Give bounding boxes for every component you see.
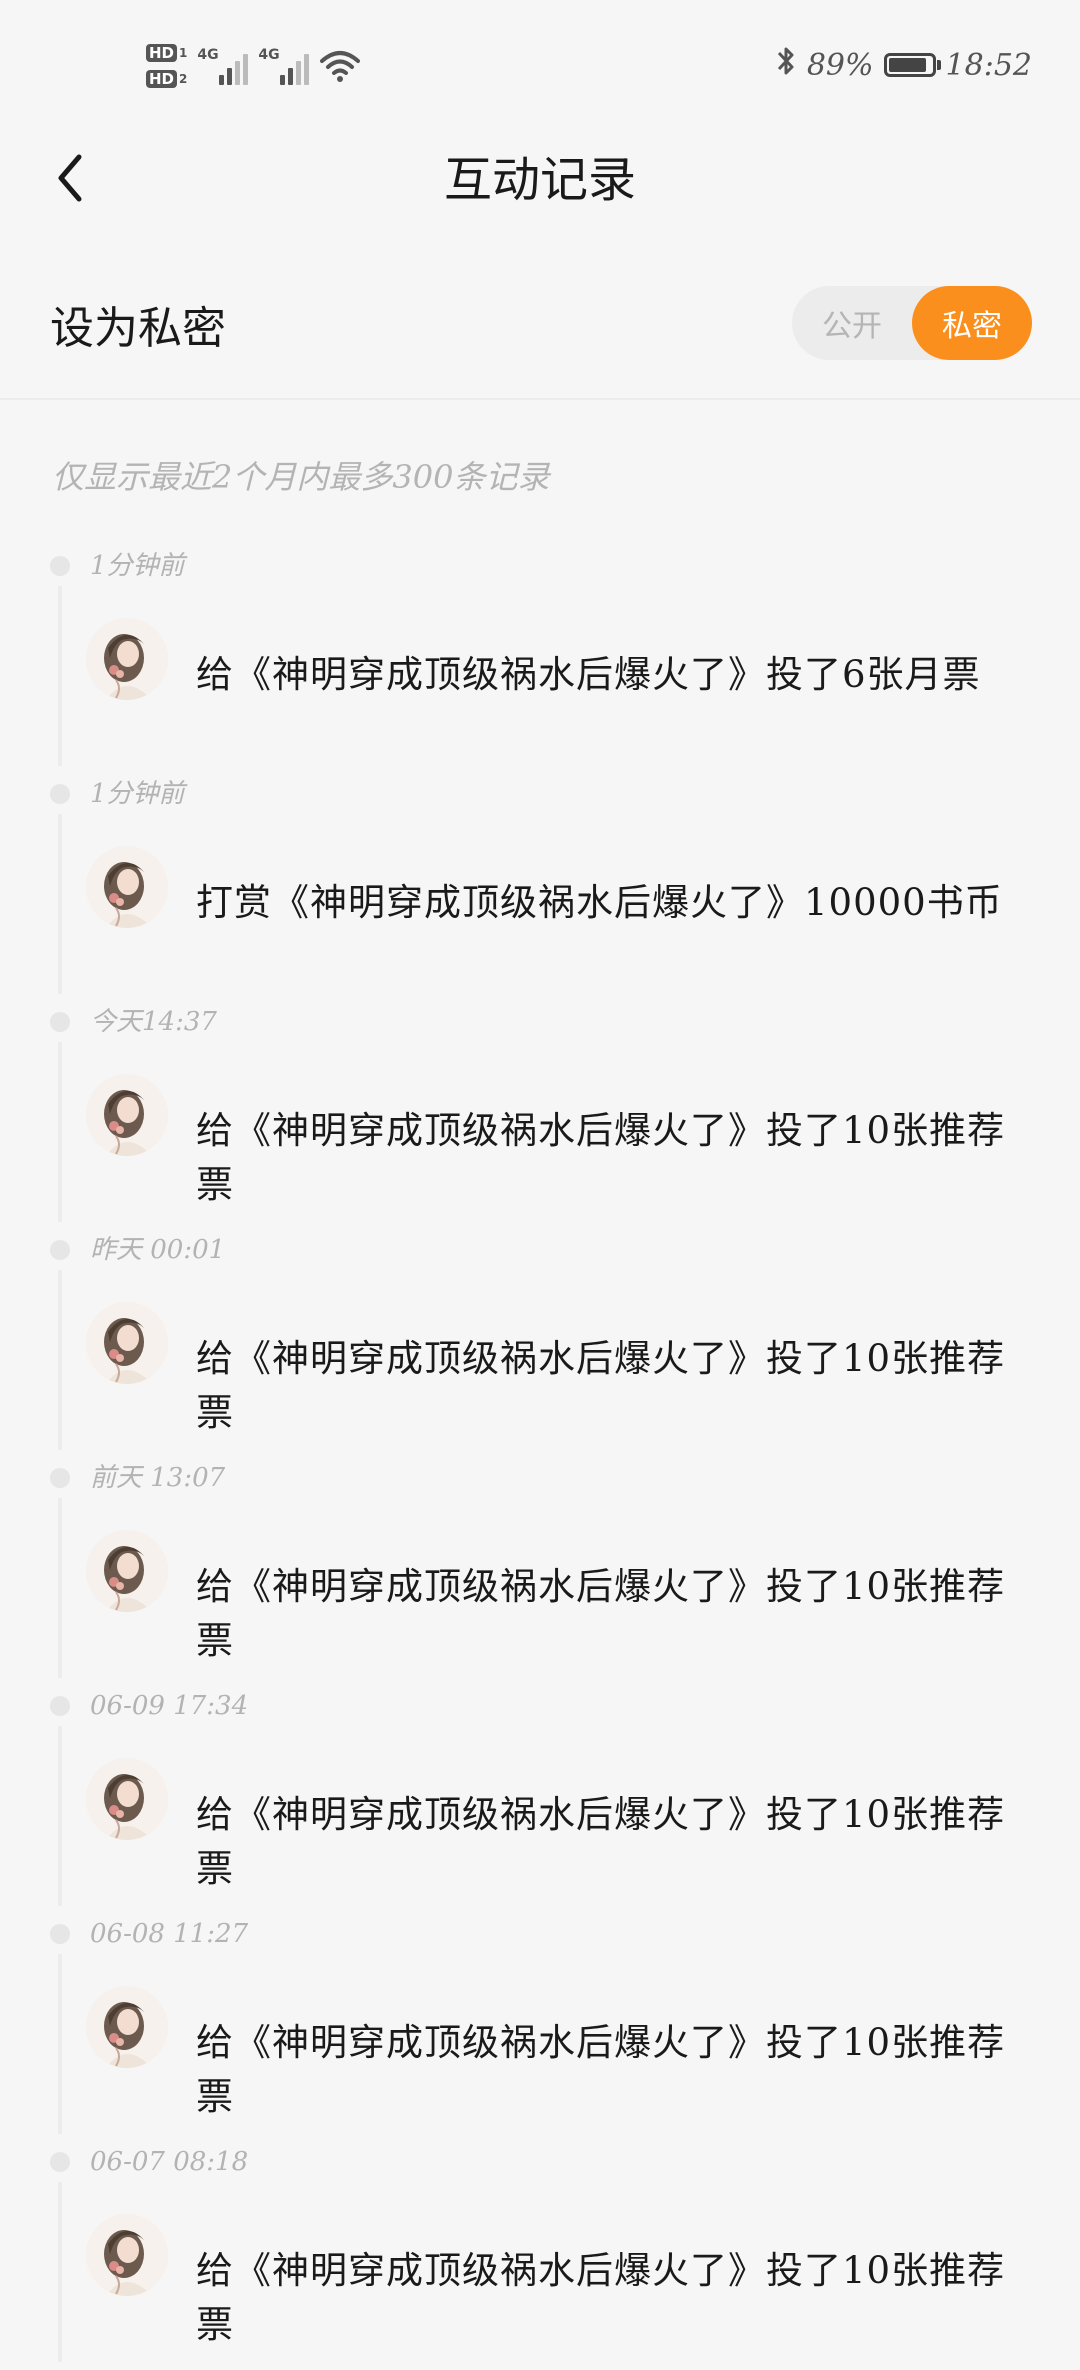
timeline-dot (50, 1012, 70, 1032)
avatar (86, 1986, 168, 2068)
battery-percent: 89% (806, 47, 874, 83)
hd1-number: 1 (179, 46, 188, 60)
record-text: 给《神明穿成顶级祸水后爆火了》投了10张推荐票 (196, 1565, 1006, 1662)
privacy-label: 设为私密 (50, 303, 226, 354)
record-item: 06-08 11:27 给《神明穿成顶级祸水后爆火了》投了10张推荐票 (0, 1914, 1080, 2142)
signal-icon: 4G (197, 47, 249, 85)
avatar (86, 1758, 168, 1840)
record-item: 前天 13:07 给《神明穿成顶级祸水后爆火了》投了10张推荐票 (0, 1458, 1080, 1686)
record-item: 06-09 17:34 给《神明穿成顶级祸水后爆火了》投了10张推荐票 (0, 1686, 1080, 1914)
record-time: 1分钟前 (90, 551, 185, 581)
timeline-line (58, 1270, 62, 1450)
timeline-dot (50, 1924, 70, 1944)
timeline-dot (50, 1696, 70, 1716)
record-text: 给《神明穿成顶级祸水后爆火了》投了10张推荐票 (196, 1337, 1006, 1434)
record-time: 今天14:37 (90, 1007, 217, 1037)
avatar (86, 1530, 168, 1612)
timeline-dot (50, 1240, 70, 1260)
avatar (86, 846, 168, 928)
page-title: 互动记录 (443, 152, 636, 208)
record-text: 打赏《神明穿成顶级祸水后爆火了》10000书币 (196, 881, 1003, 924)
timeline-dot (50, 1468, 70, 1488)
record-item: 昨天 00:01 给《神明穿成顶级祸水后爆火了》投了10张推荐票 (0, 1230, 1080, 1458)
record-text: 给《神明穿成顶级祸水后爆火了》投了10张推荐票 (196, 2249, 1006, 2346)
record-text: 给《神明穿成顶级祸水后爆火了》投了6张月票 (196, 653, 981, 696)
record-time: 06-09 17:34 (90, 1691, 249, 1721)
record-time: 1分钟前 (90, 779, 185, 809)
timeline-line (58, 2182, 62, 2362)
battery-icon (883, 53, 941, 77)
avatar (86, 2214, 168, 2296)
hd2-label: HD (146, 70, 178, 88)
privacy-setting-row: 设为私密 公开 私密 (0, 270, 1080, 400)
records-limit-notice: 仅显示最近2个月内最多300条记录 (52, 458, 550, 496)
timeline-dot (50, 556, 70, 576)
toggle-option-public[interactable]: 公开 (792, 286, 912, 360)
timeline-dot (50, 784, 70, 804)
bluetooth-icon (775, 44, 797, 86)
network-type-2: 4G (258, 47, 280, 63)
status-bar-left: HD 1 HD 2 4G 4G (146, 34, 361, 98)
record-text: 给《神明穿成顶级祸水后爆火了》投了10张推荐票 (196, 1109, 1006, 1206)
hd1-label: HD (146, 44, 178, 62)
timeline-line (58, 586, 62, 766)
timeline-line (58, 1042, 62, 1222)
record-item: 1分钟前 给《神明穿成顶级祸水后爆火了》投了6张月票 (0, 546, 1080, 774)
avatar (86, 1074, 168, 1156)
status-bar: HD 1 HD 2 4G 4G 89% 18:52 (0, 0, 1080, 130)
record-text: 给《神明穿成顶级祸水后爆火了》投了10张推荐票 (196, 2021, 1006, 2118)
avatar (86, 1302, 168, 1384)
clock: 18:52 (945, 47, 1032, 83)
battery-fill (888, 58, 926, 72)
network-type-1: 4G (197, 47, 219, 63)
top-nav: 互动记录 (0, 130, 1080, 230)
timeline-line (58, 1954, 62, 2134)
privacy-toggle[interactable]: 公开 私密 (792, 286, 1032, 360)
record-time: 06-08 11:27 (90, 1919, 249, 1949)
timeline-line (58, 1726, 62, 1906)
record-text: 给《神明穿成顶级祸水后爆火了》投了10张推荐票 (196, 1793, 1006, 1890)
avatar (86, 618, 168, 700)
record-item: 今天14:37 给《神明穿成顶级祸水后爆火了》投了10张推荐票 (0, 1002, 1080, 1230)
hd1-badge: HD 1 (146, 44, 187, 62)
record-time: 昨天 00:01 (90, 1235, 226, 1265)
timeline-line (58, 1498, 62, 1678)
record-time: 前天 13:07 (90, 1463, 226, 1493)
signal-icon-2: 4G (258, 47, 310, 85)
status-bar-right: 89% 18:52 (775, 44, 1032, 86)
hd2-badge: HD 2 (146, 70, 187, 88)
toggle-option-private[interactable]: 私密 (912, 286, 1032, 360)
wifi-icon (319, 49, 361, 83)
record-item: 06-07 08:18 给《神明穿成顶级祸水后爆火了》投了10张推荐票 (0, 2142, 1080, 2370)
record-item: 1分钟前 打赏《神明穿成顶级祸水后爆火了》10000书币 (0, 774, 1080, 1002)
hd2-number: 2 (179, 72, 188, 86)
timeline-line (58, 814, 62, 994)
records-timeline: 1分钟前 给《神明穿成顶级祸水后爆火了》投了6张月票 1分钟前 打赏《神明穿成顶… (0, 546, 1080, 2370)
record-time: 06-07 08:18 (90, 2147, 249, 2177)
timeline-dot (50, 2152, 70, 2172)
hd-indicators: HD 1 HD 2 (146, 44, 187, 88)
